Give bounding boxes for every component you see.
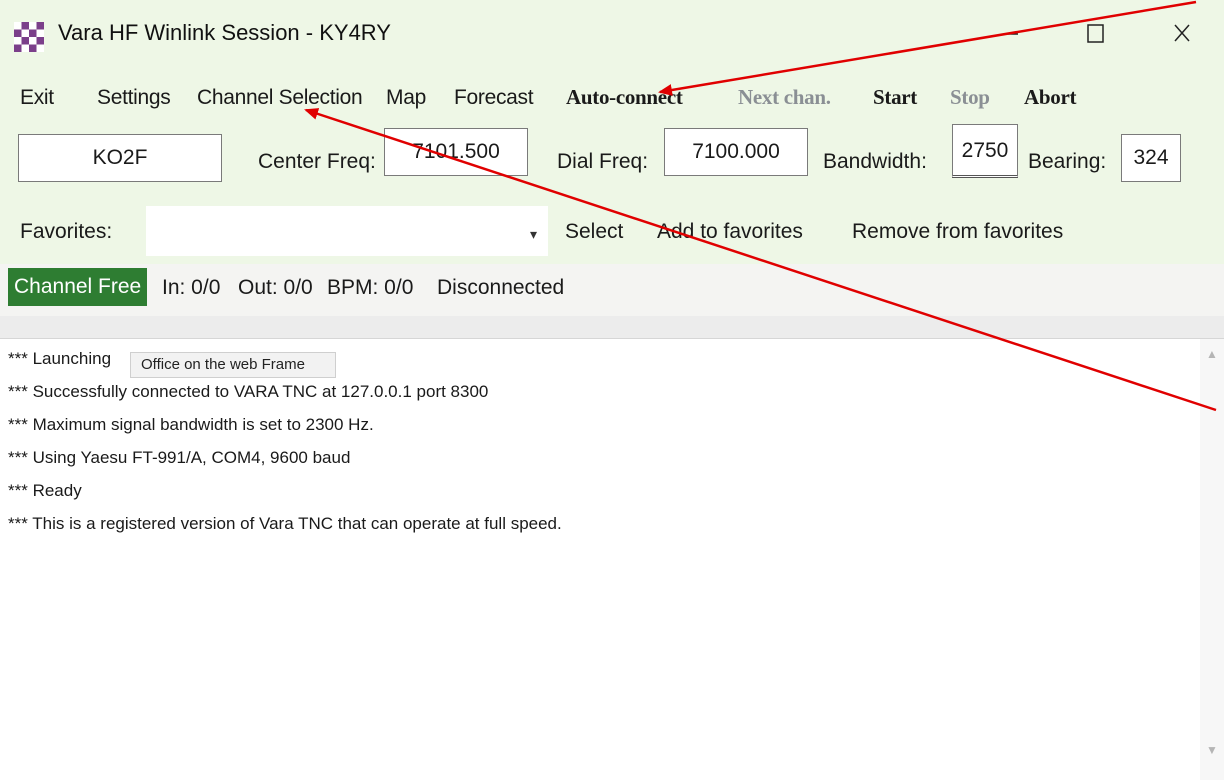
- menu-next-chan[interactable]: Next chan.: [738, 85, 831, 110]
- close-button[interactable]: [1158, 12, 1204, 56]
- connection-status: Disconnected: [437, 276, 565, 299]
- minimize-button[interactable]: [988, 12, 1034, 56]
- channel-status-badge: Channel Free: [8, 268, 148, 306]
- log-line: *** Using Yaesu FT-991/A, COM4, 9600 bau…: [8, 448, 351, 467]
- remove-from-favorites-button[interactable]: Remove from favorites: [852, 220, 1063, 244]
- callsign-field[interactable]: KO2F: [18, 134, 222, 182]
- menu-auto-connect[interactable]: Auto-connect: [566, 85, 683, 110]
- favorites-label: Favorites:: [20, 220, 113, 243]
- in-counter: In: 0/0: [162, 276, 221, 299]
- log-line: *** Ready: [8, 481, 82, 500]
- menu-settings[interactable]: Settings: [97, 86, 171, 110]
- log-line: *** Successfully connected to VARA TNC a…: [8, 382, 489, 401]
- title-bar: Vara HF Winlink Session - KY4RY: [0, 0, 1224, 70]
- dial-freq-field[interactable]: 7100.000: [664, 128, 808, 176]
- menu-start[interactable]: Start: [873, 85, 917, 110]
- checkered-app-icon: [14, 22, 44, 52]
- favorites-row: Favorites: ▾ Select Add to favorites Rem…: [0, 200, 1224, 264]
- minimize-icon: [1004, 33, 1018, 35]
- log-line: *** Maximum signal bandwidth is set to 2…: [8, 415, 374, 434]
- close-icon: [1174, 24, 1190, 42]
- maximize-icon: [1087, 24, 1104, 43]
- dial-freq-label: Dial Freq:: [557, 150, 649, 173]
- log-scrollbar[interactable]: ▲ ▼: [1200, 339, 1224, 780]
- out-counter: Out: 0/0: [238, 276, 313, 299]
- status-bar: Channel Free In: 0/0 Out: 0/0 BPM: 0/0 D…: [0, 264, 1224, 316]
- bearing-field[interactable]: 324: [1121, 134, 1181, 182]
- bearing-label: Bearing:: [1028, 150, 1107, 173]
- menu-channel-selection[interactable]: Channel Selection: [197, 86, 363, 110]
- menu-map[interactable]: Map: [386, 86, 426, 110]
- center-freq-field[interactable]: 7101.500: [384, 128, 528, 176]
- log-line: *** This is a registered version of Vara…: [8, 514, 562, 533]
- session-log[interactable]: *** Launching *** Successfully connected…: [0, 339, 1200, 780]
- dropdown-arrow-icon[interactable]: ▾: [530, 226, 537, 243]
- window-title: Vara HF Winlink Session - KY4RY: [58, 20, 391, 45]
- tooltip: Office on the web Frame: [130, 352, 336, 378]
- panel-divider: [0, 316, 1224, 339]
- favorites-dropdown[interactable]: [146, 206, 548, 256]
- scroll-up-icon[interactable]: ▲: [1206, 347, 1218, 361]
- scroll-down-icon[interactable]: ▼: [1206, 743, 1218, 757]
- log-line: *** Launching: [8, 349, 112, 368]
- menu-stop[interactable]: Stop: [950, 85, 990, 110]
- add-to-favorites-button[interactable]: Add to favorites: [657, 220, 803, 244]
- center-freq-label: Center Freq:: [258, 150, 376, 173]
- menu-exit[interactable]: Exit: [20, 86, 54, 110]
- menu-abort[interactable]: Abort: [1024, 85, 1076, 110]
- menu-forecast[interactable]: Forecast: [454, 86, 534, 110]
- station-fields-row: KO2F Center Freq: 7101.500 Dial Freq: 71…: [0, 120, 1224, 200]
- bandwidth-field[interactable]: 2750: [952, 124, 1018, 178]
- bandwidth-label: Bandwidth:: [823, 150, 927, 173]
- bpm-counter: BPM: 0/0: [327, 276, 414, 299]
- maximize-button[interactable]: [1072, 12, 1118, 56]
- select-favorite-button[interactable]: Select: [565, 220, 623, 244]
- menu-bar: Exit Settings Channel Selection Map Fore…: [0, 70, 1224, 120]
